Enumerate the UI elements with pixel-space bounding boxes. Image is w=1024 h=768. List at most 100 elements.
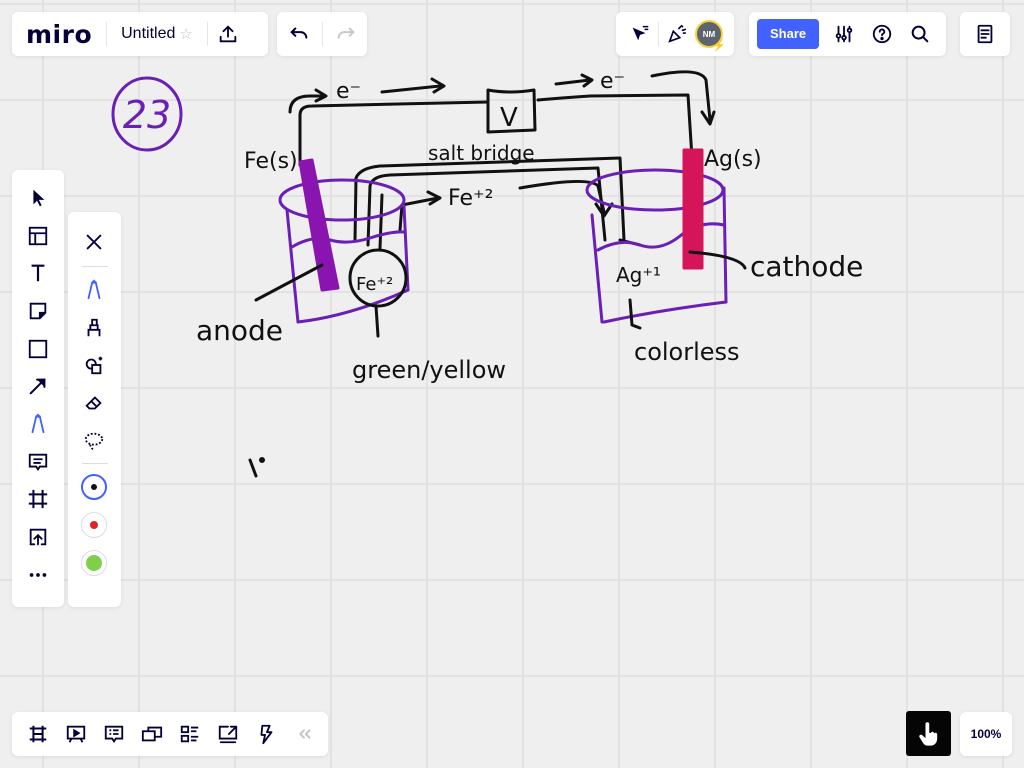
anode-label: anode <box>196 314 283 347</box>
video-chat-button[interactable] <box>133 714 171 754</box>
more-icon <box>29 572 47 577</box>
help-icon[interactable] <box>863 14 901 54</box>
share-button[interactable]: Share <box>757 19 820 49</box>
pen-tool-eraser[interactable] <box>68 384 120 422</box>
presentation-icon <box>66 725 86 743</box>
upload-icon <box>29 528 47 546</box>
sliders-icon[interactable] <box>825 14 863 54</box>
party-popper-icon[interactable] <box>659 14 695 54</box>
color-swatch-green[interactable] <box>68 544 120 582</box>
divider <box>81 266 108 267</box>
lasso-icon <box>84 432 104 450</box>
cathode-solution-color-label: colorless <box>634 338 740 366</box>
svg-text:23: 23 <box>123 93 171 137</box>
collapse-toolbar-button[interactable] <box>285 714 323 754</box>
fe-s-label: Fe(s) <box>244 149 298 174</box>
shapes-sparkle-icon <box>85 356 103 375</box>
tool-select[interactable] <box>12 179 64 217</box>
tool-more[interactable] <box>12 556 64 594</box>
tool-comment[interactable] <box>12 443 64 481</box>
tool-text[interactable] <box>12 254 64 292</box>
whiteboard-canvas[interactable]: 23 e⁻ e⁻ V salt bridge Fe⁺² Fe(s) Fe⁺² a… <box>0 0 1024 768</box>
tool-upload[interactable] <box>12 518 64 556</box>
ag-electrode <box>682 148 704 270</box>
bottom-toolbar <box>12 712 328 756</box>
cards-button[interactable] <box>171 714 209 754</box>
tool-shape[interactable] <box>12 330 64 368</box>
highlighter-icon <box>87 318 101 336</box>
arrow-icon <box>29 378 46 395</box>
board-title[interactable]: Untitled <box>107 25 179 43</box>
comments-button[interactable] <box>95 714 133 754</box>
screen-share-button[interactable] <box>209 714 247 754</box>
tool-connection-line[interactable] <box>12 367 64 405</box>
lightning-icon <box>260 724 273 745</box>
cathode-label: cathode <box>750 250 863 283</box>
fe-ion-flow-label: Fe⁺² <box>448 186 493 211</box>
color-swatch-black[interactable] <box>68 468 120 506</box>
ag-s-label: Ag(s) <box>704 147 762 172</box>
rectangle-icon <box>28 339 48 358</box>
salt-bridge-label: salt bridge <box>428 141 535 165</box>
undo-icon[interactable] <box>279 14 319 54</box>
pen-tool-lasso[interactable] <box>68 422 120 460</box>
left-toolbar <box>12 170 64 607</box>
fe-ion-circle-label: Fe⁺² <box>356 274 393 295</box>
stray-mark <box>248 457 265 478</box>
user-avatar[interactable]: NM ⚡ <box>695 20 726 52</box>
divider <box>321 22 323 46</box>
pen-options-panel <box>68 212 121 607</box>
pen-icon <box>31 413 45 434</box>
eraser-icon <box>85 396 102 410</box>
tool-sticky-note[interactable] <box>12 292 64 330</box>
ag-ion-label: Ag⁺¹ <box>616 263 661 287</box>
cursor-arrow-icon <box>33 189 45 207</box>
board-header: miro Untitled ☆ <box>12 12 268 56</box>
star-icon[interactable]: ☆ <box>179 25 206 43</box>
collaboration-bar: NM ⚡ <box>616 12 734 56</box>
frames-button[interactable] <box>19 714 57 754</box>
search-icon[interactable] <box>901 14 939 54</box>
zoom-control[interactable]: 100% <box>960 712 1012 756</box>
divider <box>81 463 108 465</box>
screen-share-icon <box>218 725 238 744</box>
avatar-initials: NM <box>702 29 716 39</box>
tool-frame[interactable] <box>12 481 64 519</box>
pen-tool-smart-drawing[interactable] <box>68 346 120 384</box>
notes-icon[interactable] <box>965 14 1005 54</box>
presentation-button[interactable] <box>57 714 95 754</box>
double-chevron-left-icon <box>299 729 311 739</box>
notes-bar <box>960 12 1010 56</box>
video-chat-icon <box>141 726 163 742</box>
voltmeter-label: V <box>500 103 518 133</box>
share-bar: Share <box>749 12 946 56</box>
hand-tool-button[interactable] <box>906 711 951 756</box>
problem-number: 23 <box>111 76 183 152</box>
electron-label-left: e⁻ <box>336 79 361 104</box>
undo-redo-bar <box>277 12 367 56</box>
frame-icon <box>28 490 48 509</box>
upload-icon[interactable] <box>208 14 248 54</box>
close-pen-panel-button[interactable] <box>68 222 120 262</box>
salt-bridge <box>353 156 642 250</box>
anode-solution-color-label: green/yellow <box>352 356 506 384</box>
pen-tool-pen[interactable] <box>68 271 120 309</box>
pen-tool-highlighter[interactable] <box>68 309 120 347</box>
color-swatch-red[interactable] <box>68 506 120 544</box>
sticky-note-icon <box>29 302 47 320</box>
tool-templates[interactable] <box>12 217 64 255</box>
templates-icon <box>28 226 48 245</box>
tool-pen[interactable] <box>12 405 64 443</box>
zoom-level: 100% <box>970 727 1002 741</box>
cathode-beaker <box>585 168 728 324</box>
lightning-icon: ⚡ <box>712 40 726 52</box>
close-icon <box>86 234 102 250</box>
activity-button[interactable] <box>247 714 285 754</box>
cards-icon <box>180 725 199 743</box>
redo-icon[interactable] <box>326 14 366 54</box>
miro-logo[interactable]: miro <box>12 20 106 49</box>
pen-icon <box>87 279 101 300</box>
cursor-tracking-icon[interactable] <box>622 14 658 54</box>
comments-icon <box>104 725 124 743</box>
text-icon <box>31 264 45 282</box>
